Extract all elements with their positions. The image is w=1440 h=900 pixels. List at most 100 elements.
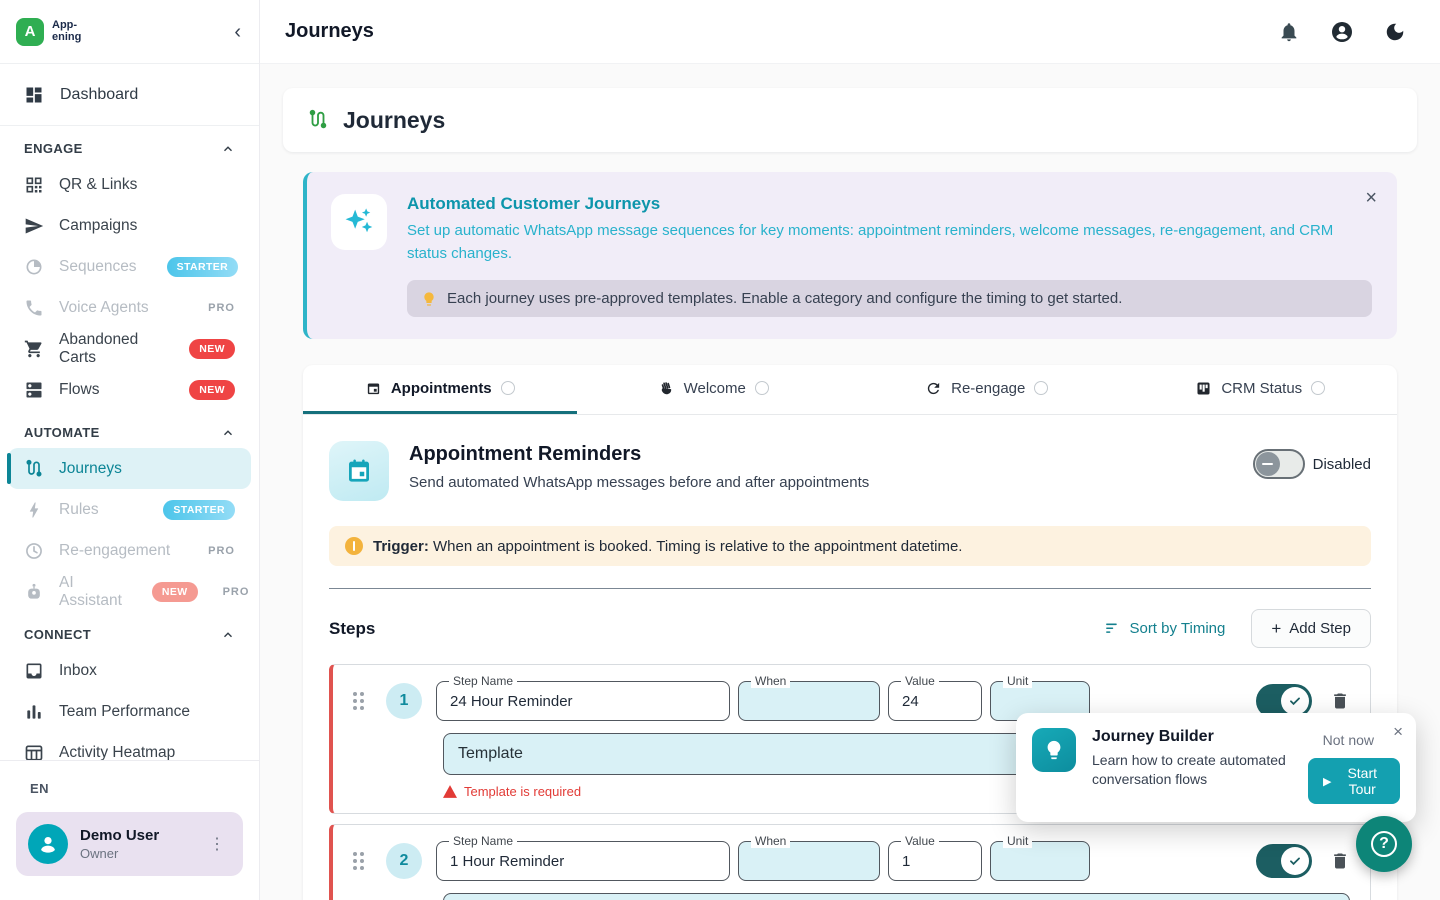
page-title-card: Journeys (283, 88, 1417, 152)
sidebar-item-label: QR & Links (59, 176, 137, 194)
drag-handle-icon[interactable] (353, 692, 364, 710)
section-engage-header[interactable]: ENGAGE (0, 126, 259, 164)
tip-bar: Each journey uses pre-approved templates… (407, 280, 1372, 317)
sidebar-item-ai-assistant[interactable]: AI Assistant NEW PRO (8, 571, 251, 612)
tab-status-dot (755, 381, 769, 395)
tab-crm-status[interactable]: CRM Status (1124, 365, 1398, 414)
when-select[interactable]: When (738, 841, 880, 881)
tab-re-engage[interactable]: Re-engage (850, 365, 1124, 414)
category-enable-toggle[interactable] (1253, 449, 1305, 479)
step-row-2: 2 Step Name When Value (329, 824, 1371, 900)
kanban-icon (1195, 380, 1212, 397)
bar-chart-icon (24, 702, 44, 722)
sidebar-item-activity-heatmap[interactable]: Activity Heatmap (8, 732, 251, 760)
delete-step-icon[interactable] (1330, 691, 1350, 711)
trigger-info-bar: Trigger: When an appointment is booked. … (329, 526, 1371, 566)
user-card[interactable]: Demo User Owner ⋮ (16, 812, 243, 876)
sparkles-icon (331, 194, 387, 250)
route-icon (24, 459, 44, 479)
value-field[interactable]: Value (888, 841, 982, 881)
cart-icon (24, 339, 44, 359)
journey-builder-popup: Journey Builder Learn how to create auto… (1016, 713, 1416, 822)
category-toggle-group: Disabled (1253, 449, 1371, 479)
pie-icon (24, 257, 44, 277)
lightbulb-icon (421, 291, 437, 307)
help-button[interactable]: ? (1356, 816, 1412, 872)
sidebar-item-label: Journeys (59, 460, 122, 478)
section-automate-header[interactable]: AUTOMATE (0, 410, 259, 448)
category-header: Appointment Reminders Send automated Wha… (303, 415, 1397, 501)
pro-tag: PRO (208, 302, 235, 314)
sidebar-item-inbox[interactable]: Inbox (8, 650, 251, 691)
sidebar-item-dashboard[interactable]: Dashboard (0, 64, 259, 126)
tab-status-dot (501, 381, 515, 395)
sidebar-item-label: Re-engagement (59, 542, 170, 560)
step-enabled-toggle[interactable] (1256, 844, 1312, 878)
sidebar-item-journeys[interactable]: Journeys (8, 448, 251, 489)
sidebar-item-team-performance[interactable]: Team Performance (8, 691, 251, 732)
sidebar-collapse-icon[interactable]: ‹ (234, 22, 241, 42)
send-icon (24, 216, 44, 236)
tab-status-dot (1034, 381, 1048, 395)
step-number-badge: 2 (386, 843, 422, 879)
when-select[interactable]: When (738, 681, 880, 721)
sidebar-item-abandoned-carts[interactable]: Abandoned Carts NEW (8, 328, 251, 369)
sidebar-item-sequences[interactable]: Sequences STARTER (8, 246, 251, 287)
notifications-bell-icon[interactable] (1278, 21, 1300, 43)
not-now-button[interactable]: Not now (1323, 732, 1374, 748)
dashboard-icon (24, 85, 44, 105)
user-name: Demo User (80, 827, 159, 844)
sidebar-item-qr-links[interactable]: QR & Links (8, 164, 251, 205)
app-screen: A App- ening ‹ Dashboard ENGAGE QR & Lin… (0, 0, 1440, 900)
sidebar-item-re-engagement[interactable]: Re-engagement PRO (8, 530, 251, 571)
sidebar-footer: EN Demo User Owner ⋮ (0, 760, 259, 900)
start-tour-button[interactable]: ▶ Start Tour (1308, 758, 1400, 804)
banner-title: Automated Customer Journeys (407, 194, 1372, 214)
delete-step-icon[interactable] (1330, 851, 1350, 871)
warning-triangle-icon (443, 785, 457, 798)
unit-select[interactable]: Unit (990, 841, 1090, 881)
tab-appointments[interactable]: Appointments (303, 365, 577, 414)
banner-close-icon[interactable]: × (1365, 188, 1377, 208)
language-selector[interactable]: EN (30, 781, 243, 796)
inbox-icon (24, 661, 44, 681)
sidebar-item-flows[interactable]: Flows NEW (8, 369, 251, 410)
tab-status-dot (1311, 381, 1325, 395)
chevron-up-icon (221, 142, 235, 156)
dark-mode-moon-icon[interactable] (1384, 21, 1406, 43)
popup-subtitle: Learn how to create automated conversati… (1092, 751, 1292, 789)
new-badge: NEW (189, 380, 235, 400)
sidebar-item-label: Rules (59, 501, 99, 519)
step-name-field[interactable]: Step Name (436, 681, 730, 721)
clock-icon (24, 541, 44, 561)
popup-close-icon[interactable]: × (1393, 722, 1403, 742)
section-connect-header[interactable]: CONNECT (0, 612, 259, 650)
calendar-tile-icon (329, 441, 389, 501)
user-menu-icon[interactable]: ⋮ (201, 830, 233, 858)
page-header-title: Journeys (285, 20, 374, 43)
qr-icon (24, 175, 44, 195)
pro-tag: PRO (208, 545, 235, 557)
info-icon (345, 537, 363, 555)
bulb-tile-icon (1032, 728, 1076, 772)
sidebar-item-label: Abandoned Carts (59, 331, 159, 367)
sort-icon (1104, 620, 1121, 637)
sidebar-item-label: Voice Agents (59, 299, 149, 317)
sidebar-item-campaigns[interactable]: Campaigns (8, 205, 251, 246)
popup-title: Journey Builder (1092, 728, 1292, 746)
sort-by-timing-button[interactable]: Sort by Timing (1104, 620, 1225, 637)
template-select[interactable]: Template (443, 893, 1350, 900)
tip-text: Each journey uses pre-approved templates… (447, 290, 1122, 307)
tab-welcome[interactable]: Welcome (577, 365, 851, 414)
new-badge: NEW (152, 582, 198, 602)
chevron-up-icon (221, 426, 235, 440)
add-step-button[interactable]: + Add Step (1251, 609, 1371, 648)
step-number-badge: 1 (386, 683, 422, 719)
account-icon[interactable] (1330, 20, 1354, 44)
sidebar-item-rules[interactable]: Rules STARTER (8, 489, 251, 530)
divider (329, 588, 1371, 589)
drag-handle-icon[interactable] (353, 852, 364, 870)
value-field[interactable]: Value (888, 681, 982, 721)
sidebar-item-voice-agents[interactable]: Voice Agents PRO (8, 287, 251, 328)
step-name-field[interactable]: Step Name (436, 841, 730, 881)
